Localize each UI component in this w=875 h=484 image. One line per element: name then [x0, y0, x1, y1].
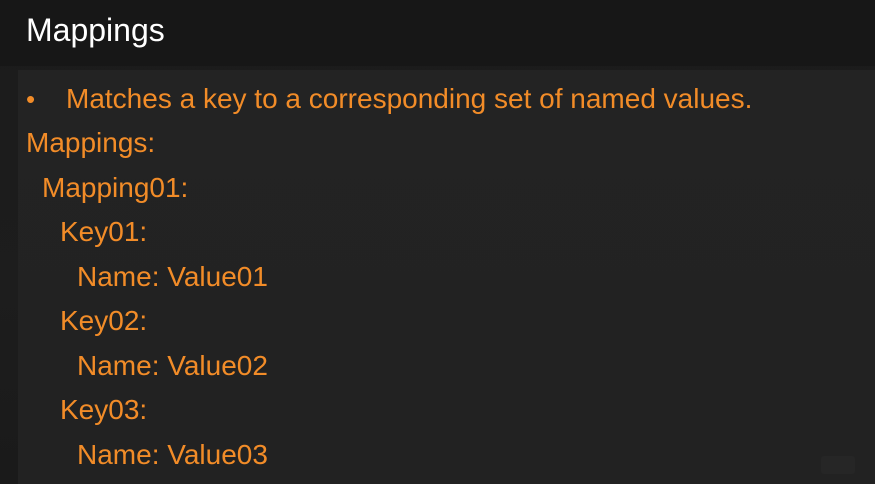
corner-watermark: [821, 456, 855, 474]
code-line-name-value03: Name: Value03: [77, 439, 268, 470]
bullet-text: Matches a key to a corresponding set of …: [66, 83, 753, 114]
code-line-key01: Key01:: [60, 216, 148, 247]
slide: Mappings • Matches a key to a correspond…: [0, 0, 875, 484]
code-line-name-value01: Name: Value01: [77, 261, 268, 292]
code-line-mapping01: Mapping01:: [42, 172, 189, 203]
slide-title: Mappings: [26, 12, 165, 48]
code-line-key03: Key03:: [60, 394, 148, 425]
code-line-key02: Key02:: [60, 305, 148, 336]
code-line-name-value02: Name: Value02: [77, 350, 268, 381]
code-line-mappings: Mappings:: [26, 127, 156, 158]
bullet-icon: •: [26, 84, 36, 114]
